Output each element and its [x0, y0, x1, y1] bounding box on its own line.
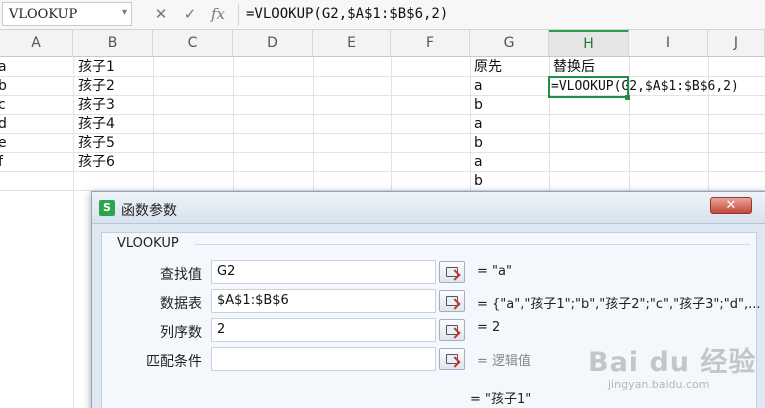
check-icon[interactable]: ✓ — [179, 3, 201, 25]
param-label-table-array: 数据表 — [160, 296, 202, 312]
range-select-icon — [446, 354, 458, 364]
column-header-a[interactable]: A — [0, 30, 73, 57]
cell-g3[interactable]: b — [474, 96, 483, 115]
column-header-g[interactable]: G — [470, 30, 549, 57]
column-header-f[interactable]: F — [391, 30, 470, 57]
param-result: = 2 — [477, 320, 501, 335]
param-result: = 逻辑值 — [477, 354, 532, 369]
formula-input[interactable]: =VLOOKUP(G2,$A$1:$B$6,2) — [246, 3, 448, 27]
cell-a4[interactable]: d — [0, 115, 7, 134]
grid-line — [73, 57, 74, 408]
watermark-url: jingyan.baidu.com — [608, 378, 710, 391]
lookup-value-input[interactable]: G2 — [211, 260, 436, 284]
range-lookup-input[interactable] — [211, 347, 436, 371]
param-result: = "a" — [477, 264, 512, 279]
formula-bar: VLOOKUP ▾ ✕ ✓ fx =VLOOKUP(G2,$A$1:$B$6,2… — [0, 0, 765, 30]
active-cell-border — [548, 76, 629, 98]
collapse-range-button[interactable] — [439, 261, 465, 283]
column-header-d[interactable]: D — [233, 30, 313, 57]
formula-result: = "孩子1" — [470, 392, 532, 407]
function-name-label: VLOOKUP — [114, 236, 182, 251]
collapse-range-button[interactable] — [439, 290, 465, 312]
fx-icon[interactable]: fx — [207, 3, 229, 25]
wps-logo-icon: S — [99, 200, 115, 216]
param-label-lookup-value: 查找值 — [160, 267, 202, 283]
cell-a6[interactable]: f — [0, 153, 3, 172]
range-select-icon — [446, 296, 458, 306]
chevron-down-icon[interactable]: ▾ — [122, 7, 127, 18]
cell-g7[interactable]: b — [474, 172, 483, 191]
close-button[interactable]: ✕ — [710, 197, 752, 214]
name-box-value: VLOOKUP — [9, 7, 78, 22]
cell-b6[interactable]: 孩子6 — [78, 153, 115, 172]
collapse-range-button[interactable] — [439, 319, 465, 341]
cell-b5[interactable]: 孩子5 — [78, 134, 115, 153]
cell-g2[interactable]: a — [474, 77, 483, 96]
param-result: = {"a","孩子1";"b","孩子2";"c","孩子3";"d",... — [477, 297, 761, 312]
cell-g1[interactable]: 原先 — [474, 58, 502, 77]
name-box[interactable]: VLOOKUP ▾ — [2, 2, 132, 26]
col-index-input[interactable]: 2 — [211, 318, 436, 342]
collapse-range-button[interactable] — [439, 348, 465, 370]
group-divider — [195, 244, 750, 245]
cancel-icon[interactable]: ✕ — [150, 3, 172, 25]
cell-b3[interactable]: 孩子3 — [78, 96, 115, 115]
column-header-h[interactable]: H — [549, 30, 629, 57]
table-array-input[interactable]: $A$1:$B$6 — [211, 289, 436, 313]
column-header-c[interactable]: C — [153, 30, 233, 57]
column-header-e[interactable]: E — [313, 30, 391, 57]
formula-divider — [238, 4, 239, 25]
fill-handle[interactable] — [625, 95, 630, 100]
column-header-b[interactable]: B — [73, 30, 153, 57]
cell-a2[interactable]: b — [0, 77, 7, 96]
cell-a5[interactable]: e — [0, 134, 7, 153]
cell-g6[interactable]: a — [474, 153, 483, 172]
column-header-i[interactable]: I — [629, 30, 708, 57]
baidu-watermark: Bai du 经验 jingyan.baidu.com — [588, 340, 758, 400]
dialog-title: 函数参数 — [121, 203, 177, 219]
cell-g5[interactable]: b — [474, 134, 483, 153]
cell-a1[interactable]: a — [0, 58, 7, 77]
param-label-col-index: 列序数 — [160, 325, 202, 341]
cell-b1[interactable]: 孩子1 — [78, 58, 115, 77]
param-label-range-lookup: 匹配条件 — [146, 354, 202, 370]
cell-b4[interactable]: 孩子4 — [78, 115, 115, 134]
column-header-j[interactable]: J — [708, 30, 765, 57]
cell-h1[interactable]: 替换后 — [553, 58, 595, 77]
cell-a3[interactable]: c — [0, 96, 6, 115]
range-select-icon — [446, 267, 458, 277]
cell-g4[interactable]: a — [474, 115, 483, 134]
cell-b2[interactable]: 孩子2 — [78, 77, 115, 96]
dialog-titlebar[interactable]: S 函数参数 ✕ — [92, 192, 765, 224]
range-select-icon — [446, 325, 458, 335]
baidu-logo: Bai du 经验 — [588, 347, 757, 378]
